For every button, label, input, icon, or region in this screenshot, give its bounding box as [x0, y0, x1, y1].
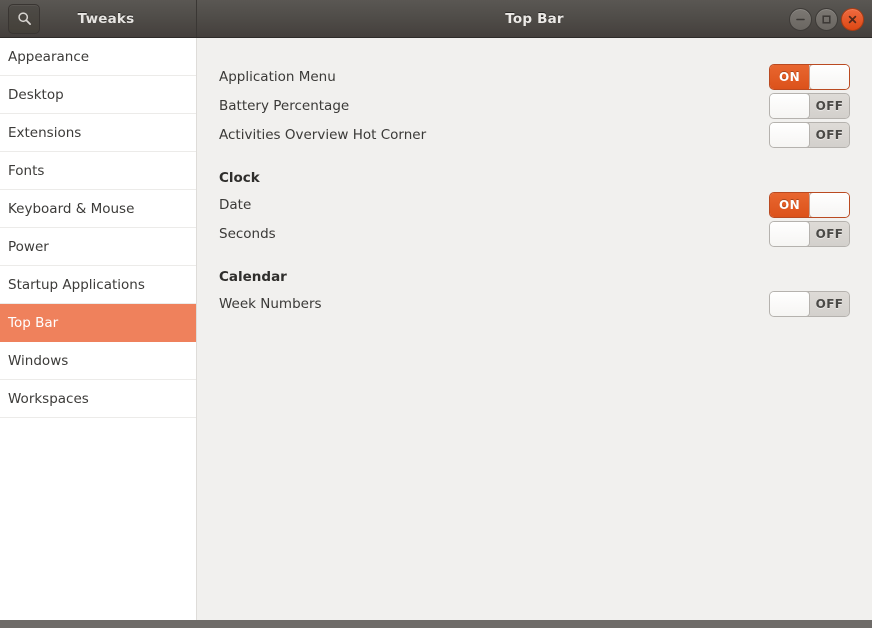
setting-label: Application Menu: [219, 68, 336, 85]
setting-row-battery-percentage: Battery Percentage OFF: [219, 91, 850, 120]
app-title: Tweaks: [77, 10, 135, 27]
window-body: Appearance Desktop Extensions Fonts Keyb…: [0, 38, 872, 628]
toggle-state-label: OFF: [810, 221, 849, 246]
titlebar: Tweaks Top Bar: [0, 0, 872, 38]
maximize-icon: [821, 14, 832, 25]
setting-label: Week Numbers: [219, 295, 322, 312]
toggle-seconds[interactable]: OFF: [769, 220, 850, 247]
sidebar-item-label: Keyboard & Mouse: [8, 200, 135, 217]
sidebar-item-label: Top Bar: [8, 314, 59, 331]
section-heading-calendar: Calendar: [219, 269, 287, 285]
sidebar-item-startup-applications[interactable]: Startup Applications: [0, 266, 196, 304]
toggle-state-label: ON: [770, 64, 809, 89]
toggle-date[interactable]: ON: [769, 191, 850, 218]
toggle-state-label: OFF: [810, 291, 849, 316]
sidebar-item-label: Startup Applications: [8, 276, 145, 293]
toggle-knob: [809, 192, 849, 217]
minimize-button[interactable]: [789, 7, 812, 31]
toggle-state-label: OFF: [810, 93, 849, 118]
setting-row-date: Date ON: [219, 190, 850, 219]
setting-row-application-menu: Application Menu ON: [219, 62, 850, 91]
settings-panel: Application Menu ON Battery Percentage O…: [197, 38, 872, 620]
sidebar-item-label: Appearance: [8, 48, 90, 65]
setting-row-seconds: Seconds OFF: [219, 219, 850, 248]
sidebar-item-desktop[interactable]: Desktop: [0, 76, 196, 114]
toggle-battery-percentage[interactable]: OFF: [769, 92, 850, 119]
titlebar-right-pane: Top Bar: [197, 0, 872, 37]
minimize-icon: [795, 14, 806, 25]
toggle-knob: [770, 122, 810, 147]
sidebar-item-top-bar[interactable]: Top Bar: [0, 304, 196, 342]
sidebar-item-label: Windows: [8, 352, 69, 369]
search-button[interactable]: [8, 3, 40, 34]
sidebar-item-label: Fonts: [8, 162, 45, 179]
toggle-application-menu[interactable]: ON: [769, 63, 850, 90]
setting-label: Battery Percentage: [219, 97, 350, 114]
sidebar-item-appearance[interactable]: Appearance: [0, 38, 196, 76]
tweaks-window: Tweaks Top Bar Appearance Desktop Extens…: [0, 0, 872, 628]
sidebar-item-label: Power: [8, 238, 49, 255]
setting-row-activities-overview-hot-corner: Activities Overview Hot Corner OFF: [219, 120, 850, 149]
sidebar: Appearance Desktop Extensions Fonts Keyb…: [0, 38, 197, 620]
sidebar-item-label: Desktop: [8, 86, 64, 103]
toggle-state-label: ON: [770, 192, 809, 217]
toggle-knob: [770, 221, 810, 246]
toggle-state-label: OFF: [810, 122, 849, 147]
close-button[interactable]: [841, 7, 864, 31]
maximize-button[interactable]: [815, 7, 838, 31]
sidebar-item-label: Workspaces: [8, 390, 89, 407]
sidebar-item-extensions[interactable]: Extensions: [0, 114, 196, 152]
sidebar-item-power[interactable]: Power: [0, 228, 196, 266]
sidebar-item-keyboard-mouse[interactable]: Keyboard & Mouse: [0, 190, 196, 228]
page-title: Top Bar: [505, 10, 564, 27]
section-heading-clock: Clock: [219, 170, 260, 186]
toggle-knob: [770, 291, 810, 316]
window-controls: [789, 0, 864, 38]
toggle-activities-overview-hot-corner[interactable]: OFF: [769, 121, 850, 148]
sidebar-item-windows[interactable]: Windows: [0, 342, 196, 380]
setting-row-week-numbers: Week Numbers OFF: [219, 289, 850, 318]
setting-label: Date: [219, 196, 252, 213]
search-icon: [17, 11, 32, 26]
setting-label: Activities Overview Hot Corner: [219, 126, 427, 143]
sidebar-item-label: Extensions: [8, 124, 82, 141]
setting-label: Seconds: [219, 225, 276, 242]
titlebar-left-pane: Tweaks: [0, 0, 197, 37]
sidebar-item-workspaces[interactable]: Workspaces: [0, 380, 196, 418]
sidebar-item-fonts[interactable]: Fonts: [0, 152, 196, 190]
close-icon: [847, 14, 858, 25]
toggle-knob: [770, 93, 810, 118]
toggle-week-numbers[interactable]: OFF: [769, 290, 850, 317]
toggle-knob: [809, 64, 849, 89]
